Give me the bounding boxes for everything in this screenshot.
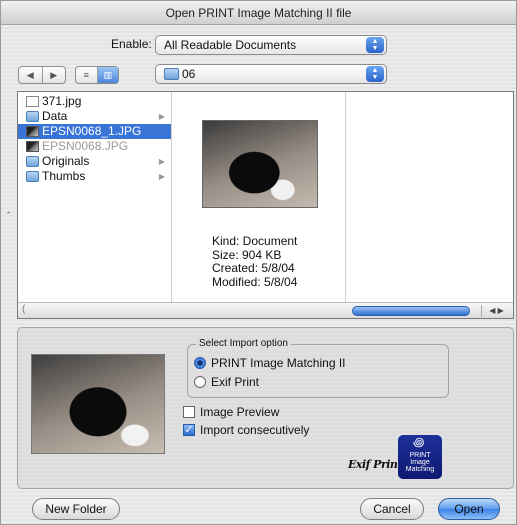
list-view-icon[interactable]: ≡ xyxy=(76,67,97,83)
column-view-icon[interactable]: ▥ xyxy=(96,67,118,83)
disclosure-arrow-icon: ▶ xyxy=(158,157,165,166)
kind-info: Kind: Document xyxy=(212,234,298,248)
file-name: EPSN0068.JPG xyxy=(42,139,129,153)
scroll-cap-icon: ( xyxy=(22,304,26,315)
checkmark-icon: ✓ xyxy=(183,424,195,436)
checkbox-empty-icon xyxy=(183,406,195,418)
size-info: Size: 904 KB xyxy=(212,247,282,262)
folder-icon xyxy=(26,171,39,182)
file-column: 371.jpg Data ▶ EPSN0068_1.JPG EPSN0068.JPG Or… xyxy=(18,92,172,302)
pim-logo-line2: Image xyxy=(410,459,430,466)
new-folder-button[interactable]: New Folder xyxy=(32,498,120,520)
import-group-title: Select Import option xyxy=(196,338,291,349)
file-row[interactable]: Originals ▶ xyxy=(18,154,171,169)
back-forward-control: ◀ ▶ xyxy=(18,66,66,84)
image-file-icon xyxy=(26,141,39,152)
file-row[interactable]: Thumbs ▶ xyxy=(18,169,171,184)
horizontal-scrollbar[interactable]: ( ◀ ▶ xyxy=(18,302,513,318)
import-option-group xyxy=(187,344,449,398)
import-consecutively-label: Import consecutively xyxy=(200,423,310,437)
radio-exif-label: Exif Print xyxy=(211,375,260,389)
image-preview-checkbox[interactable]: Image Preview xyxy=(183,405,279,419)
modified-info: Modified: 5/8/04 xyxy=(212,274,298,289)
image-file-icon xyxy=(26,126,39,137)
pim-swirl-icon: ꩜ xyxy=(413,435,425,449)
image-preview-thumbnail xyxy=(31,354,165,454)
radio-pim-label: PRINT Image Matching II xyxy=(211,356,346,370)
location-popup[interactable]: 06 ▲ ▼ xyxy=(155,64,387,84)
disclosure-arrow-icon: ▶ xyxy=(158,172,165,181)
pim-logo-line3: Matching xyxy=(405,466,435,473)
import-options-panel: Select Import option PRINT Image Matchin… xyxy=(17,327,514,489)
image-preview-label: Image Preview xyxy=(200,405,280,419)
radio-pim[interactable]: PRINT Image Matching II xyxy=(194,356,346,370)
exif-print-logo: Exif Print xyxy=(348,458,403,471)
file-row[interactable]: EPSN0068_1.JPG xyxy=(18,124,171,139)
enable-value: All Readable Documents xyxy=(164,38,297,52)
pim-logo-line1: PRINT xyxy=(409,452,431,459)
preview-thumbnail xyxy=(202,120,318,208)
preview-column: Kind: Document Size: 904 KB Created: 5/8… xyxy=(172,92,346,302)
view-mode-control: ≡ ▥ xyxy=(75,66,119,84)
scroll-thumb[interactable] xyxy=(352,306,470,316)
file-name: 371.jpg xyxy=(42,94,82,108)
open-button[interactable]: Open xyxy=(438,498,500,520)
file-name: EPSN0068_1.JPG xyxy=(42,124,142,138)
folder-icon xyxy=(26,156,39,167)
resize-caret-icon: ‸ xyxy=(7,203,11,214)
file-row[interactable]: 371.jpg xyxy=(18,94,171,109)
forward-arrow-icon[interactable]: ▶ xyxy=(41,67,66,83)
import-consecutively-checkbox[interactable]: ✓ Import consecutively xyxy=(183,423,309,437)
disclosure-arrow-icon: ▶ xyxy=(158,112,165,121)
file-name: Thumbs xyxy=(42,169,86,183)
jpeg-file-icon xyxy=(26,96,39,107)
created-info: Created: 5/8/04 xyxy=(212,261,295,275)
back-arrow-icon[interactable]: ◀ xyxy=(19,67,42,83)
file-browser: 371.jpg Data ▶ EPSN0068_1.JPG EPSN0068.JPG Or… xyxy=(17,91,514,319)
file-name: Data xyxy=(42,109,68,123)
popup-arrows-icon: ▲ ▼ xyxy=(366,37,384,53)
folder-icon xyxy=(164,68,179,80)
cancel-button[interactable]: Cancel xyxy=(360,498,424,520)
scroll-arrows-icon[interactable]: ◀ ▶ xyxy=(481,305,511,317)
empty-column xyxy=(346,92,513,302)
radio-exif[interactable]: Exif Print xyxy=(194,375,259,389)
location-value: 06 xyxy=(182,67,196,81)
enable-popup[interactable]: All Readable Documents ▲ ▼ xyxy=(155,35,387,55)
file-row[interactable]: EPSN0068.JPG xyxy=(18,139,171,154)
pim-logo: ꩜ PRINT Image Matching xyxy=(398,435,442,479)
file-name: Originals xyxy=(42,154,90,168)
file-info: Kind: Document Size: 904 KB Created: 5/8… xyxy=(212,234,298,289)
radio-selected-icon xyxy=(194,357,206,369)
open-dialog: Open PRINT Image Matching II file Enable… xyxy=(0,0,517,525)
file-row[interactable]: Data ▶ xyxy=(18,109,171,124)
enable-label: Enable: xyxy=(111,37,152,51)
popup-arrows-icon: ▲ ▼ xyxy=(366,66,384,82)
file-list: 371.jpg Data ▶ EPSN0068_1.JPG EPSN0068.JPG Or… xyxy=(18,94,171,184)
folder-icon xyxy=(26,111,39,122)
radio-empty-icon xyxy=(194,376,206,388)
window-title: Open PRINT Image Matching II file xyxy=(1,1,516,25)
